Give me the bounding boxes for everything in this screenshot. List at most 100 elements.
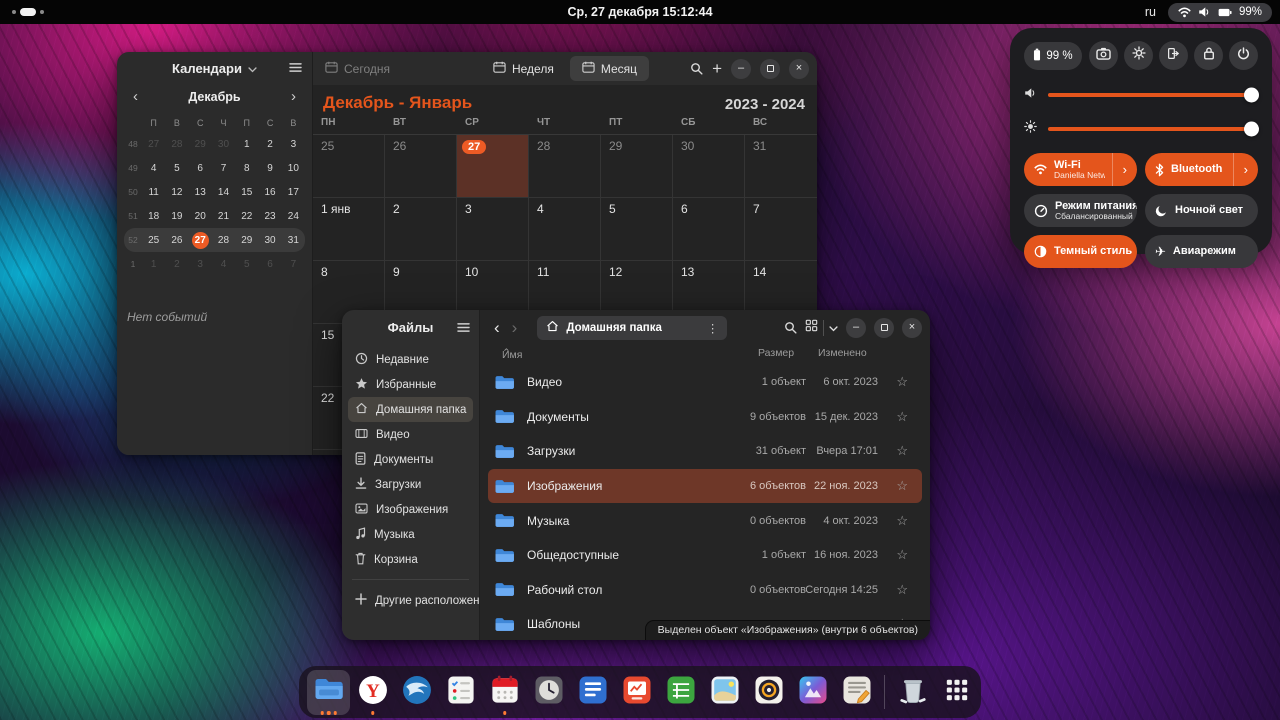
volume-slider[interactable] bbox=[1024, 86, 1258, 104]
prev-month-button[interactable]: ‹ bbox=[133, 89, 138, 104]
calendar-day-cell[interactable]: 1 янв bbox=[313, 198, 385, 260]
mini-day[interactable]: 14 bbox=[212, 187, 235, 198]
logout-button[interactable] bbox=[1159, 41, 1188, 70]
dock-item-presentation[interactable] bbox=[615, 670, 658, 715]
mini-day[interactable]: 21 bbox=[212, 211, 235, 222]
calendar-day-cell[interactable]: 26 bbox=[385, 135, 457, 197]
search-icon[interactable] bbox=[784, 321, 797, 334]
mini-day[interactable]: 4 bbox=[212, 259, 235, 270]
volume-slider-knob[interactable] bbox=[1244, 88, 1259, 103]
star-toggle[interactable]: ☆ bbox=[896, 547, 908, 563]
calendar-day-cell[interactable]: 7 bbox=[745, 198, 817, 260]
sidebar-item-home[interactable]: Домашняя папка bbox=[348, 397, 473, 422]
mini-day[interactable]: 27 bbox=[189, 232, 212, 249]
mini-day[interactable]: 28 bbox=[165, 139, 188, 150]
mini-day[interactable]: 20 bbox=[189, 211, 212, 222]
minimize-button[interactable]: – bbox=[731, 59, 751, 79]
mini-day[interactable]: 7 bbox=[282, 259, 305, 270]
star-toggle[interactable]: ☆ bbox=[896, 582, 908, 598]
calendar-day-cell[interactable]: 31 bbox=[745, 135, 817, 197]
mini-day[interactable]: 24 bbox=[282, 211, 305, 222]
mini-day[interactable]: 17 bbox=[282, 187, 305, 198]
sidebar-item-doc[interactable]: Документы bbox=[348, 447, 473, 472]
dock-item-app-grid[interactable] bbox=[935, 670, 978, 715]
calendar-day-cell[interactable]: 2 bbox=[385, 198, 457, 260]
calendar-day-cell[interactable]: 30 bbox=[673, 135, 745, 197]
file-row[interactable]: Изображения6 объектов22 ноя. 2023☆ bbox=[488, 469, 922, 504]
settings-button[interactable] bbox=[1124, 41, 1153, 70]
mini-day[interactable]: 18 bbox=[142, 211, 165, 222]
dock-item-photos[interactable] bbox=[791, 670, 834, 715]
back-button[interactable]: ‹ bbox=[488, 319, 506, 336]
dock-item-tasks[interactable] bbox=[439, 670, 482, 715]
maximize-button[interactable] bbox=[760, 59, 780, 79]
mini-day[interactable]: 30 bbox=[212, 139, 235, 150]
month-view-button[interactable]: Месяц bbox=[570, 56, 649, 81]
path-bar[interactable]: Домашняя папка ⋮ bbox=[537, 316, 727, 340]
menu-icon[interactable] bbox=[457, 322, 470, 333]
sidebar-item-trash[interactable]: Корзина bbox=[348, 547, 473, 572]
sidebar-item-clock[interactable]: Недавние bbox=[348, 347, 473, 372]
toggle-night[interactable]: Ночной свет bbox=[1145, 194, 1258, 227]
mini-day[interactable]: 7 bbox=[212, 163, 235, 174]
column-name[interactable]: Имя ⌃ bbox=[502, 347, 511, 359]
toggle-expand-arrow[interactable]: › bbox=[1112, 153, 1137, 186]
column-size[interactable]: Размер bbox=[758, 347, 794, 359]
mini-day[interactable]: 10 bbox=[282, 163, 305, 174]
toggle-gauge[interactable]: Режим питанияСбалансированный bbox=[1024, 194, 1137, 227]
menu-icon[interactable] bbox=[289, 60, 302, 78]
sidebar-item-film[interactable]: Видео bbox=[348, 422, 473, 447]
sidebar-item-star[interactable]: Избранные bbox=[348, 372, 473, 397]
sidebar-item-other-locations[interactable]: Другие расположения bbox=[348, 588, 473, 613]
sidebar-item-music[interactable]: Музыка bbox=[348, 522, 473, 547]
brightness-slider-knob[interactable] bbox=[1244, 122, 1259, 137]
toggle-dark[interactable]: Темный стиль bbox=[1024, 235, 1137, 268]
mini-day[interactable]: 6 bbox=[258, 259, 281, 270]
minimize-button[interactable]: – bbox=[846, 318, 866, 338]
close-button[interactable]: × bbox=[789, 59, 809, 79]
dock-item-calendar[interactable] bbox=[483, 670, 526, 715]
mini-day[interactable]: 13 bbox=[189, 187, 212, 198]
star-toggle[interactable]: ☆ bbox=[896, 374, 908, 390]
mini-day[interactable]: 22 bbox=[235, 211, 258, 222]
week-view-button[interactable]: Неделя bbox=[481, 56, 566, 81]
mini-day[interactable]: 29 bbox=[235, 235, 258, 246]
new-event-button[interactable]: + bbox=[712, 60, 722, 77]
power-button[interactable] bbox=[1229, 41, 1258, 70]
toggle-bluetooth[interactable]: Bluetooth› bbox=[1145, 153, 1258, 186]
dock-item-text-editor[interactable] bbox=[835, 670, 878, 715]
mini-day[interactable]: 12 bbox=[165, 187, 188, 198]
mini-day[interactable]: 6 bbox=[189, 163, 212, 174]
mini-day[interactable]: 1 bbox=[142, 259, 165, 270]
mini-day[interactable]: 29 bbox=[189, 139, 212, 150]
mini-day[interactable]: 23 bbox=[258, 211, 281, 222]
mini-day[interactable]: 4 bbox=[142, 163, 165, 174]
star-toggle[interactable]: ☆ bbox=[896, 409, 908, 425]
lock-button[interactable] bbox=[1194, 41, 1223, 70]
path-options-icon[interactable]: ⋮ bbox=[707, 321, 719, 335]
mini-day[interactable]: 5 bbox=[165, 163, 188, 174]
next-month-button[interactable]: › bbox=[291, 89, 296, 104]
view-toggle[interactable] bbox=[805, 319, 838, 337]
mini-day[interactable]: 5 bbox=[235, 259, 258, 270]
mini-day[interactable]: 25 bbox=[142, 235, 165, 246]
mini-day[interactable]: 16 bbox=[258, 187, 281, 198]
mini-day[interactable]: 28 bbox=[212, 235, 235, 246]
file-row[interactable]: Музыка0 объектов4 окт. 2023☆ bbox=[488, 503, 922, 538]
dock-item-rhythmbox[interactable] bbox=[747, 670, 790, 715]
search-icon[interactable] bbox=[690, 62, 703, 75]
today-button[interactable]: Сегодня bbox=[325, 61, 390, 76]
star-toggle[interactable]: ☆ bbox=[896, 513, 908, 529]
close-button[interactable]: × bbox=[902, 318, 922, 338]
mini-day[interactable]: 26 bbox=[165, 235, 188, 246]
calendar-day-cell[interactable]: 25 bbox=[313, 135, 385, 197]
column-modified[interactable]: Изменено bbox=[818, 347, 867, 359]
sidebar-item-download[interactable]: Загрузки bbox=[348, 472, 473, 497]
battery-status[interactable]: 99 % bbox=[1024, 42, 1082, 70]
mini-day[interactable]: 1 bbox=[235, 139, 258, 150]
dock-item-clocks[interactable] bbox=[527, 670, 570, 715]
clock[interactable]: Ср, 27 декабря 15:12:44 bbox=[0, 5, 1280, 19]
system-status-area[interactable]: 99% bbox=[1168, 3, 1272, 22]
toggle-expand-arrow[interactable]: › bbox=[1233, 153, 1258, 186]
mini-day[interactable]: 19 bbox=[165, 211, 188, 222]
